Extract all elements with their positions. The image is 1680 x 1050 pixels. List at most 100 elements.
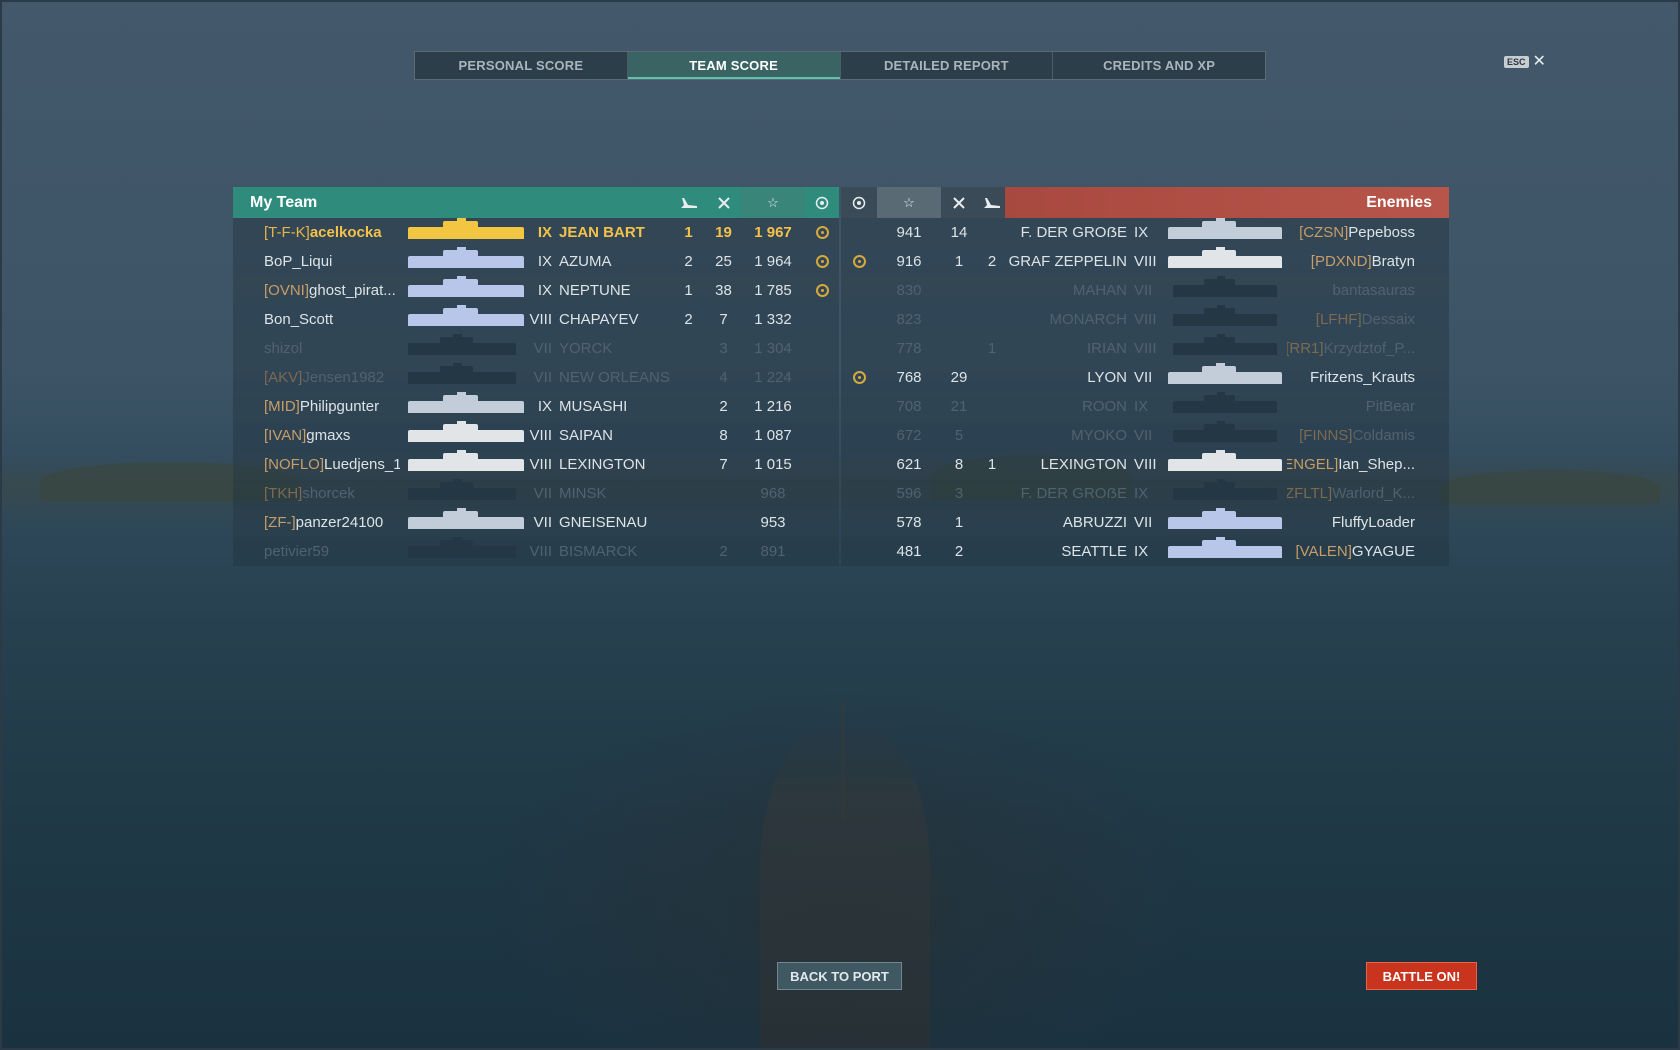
ship-name: SAIPAN <box>559 427 613 444</box>
clan-tag: [AKV] <box>264 369 303 386</box>
ship-silhouette-cell <box>1163 421 1287 450</box>
ship-silhouette-icon <box>1173 392 1277 413</box>
team-player-row[interactable]: [MID] Philipgunter IX MUSASHI 2 1 216 <box>233 392 839 421</box>
planes-destroyed-icon <box>671 187 706 218</box>
planes-destroyed: 2 <box>684 253 693 270</box>
achievement-cell <box>805 421 839 450</box>
ships-destroyed: 25 <box>715 253 732 270</box>
base-xp-score: 1 087 <box>754 427 792 444</box>
tab-credits-and-xp[interactable]: CREDITS AND XP <box>1053 52 1265 79</box>
ship-silhouette-cell <box>1163 479 1287 508</box>
team-player-row[interactable]: [AKV] Jensen1982 VII NEW ORLEANS 4 1 224 <box>233 363 839 392</box>
ship-tier: IX <box>537 282 552 299</box>
back-to-port-button[interactable]: BACK TO PORT <box>777 962 902 990</box>
player-name: Luedjens_1 <box>324 456 400 473</box>
enemy-player-row[interactable]: 708 21 ROON IX PitBear <box>841 392 1449 421</box>
team-player-row[interactable]: [ZF-] panzer24100 VII GNEISENAU 953 <box>233 508 839 537</box>
enemy-player-row[interactable]: 672 5 MYOKO VII [FINNS] Coldamis <box>841 421 1449 450</box>
tab-personal-score[interactable]: PERSONAL SCORE <box>415 52 628 79</box>
player-name: ghost_pirat... <box>309 282 396 299</box>
ship-silhouette-cell <box>1163 305 1287 334</box>
achievement-cell <box>805 508 839 537</box>
ships-destroyed: 1 <box>954 514 964 531</box>
ships-destroyed-icon <box>941 187 977 218</box>
player-name-cell: [T-F-K] acelkocka <box>233 218 400 247</box>
base-xp-score: 1 967 <box>754 224 792 241</box>
enemy-player-row[interactable]: 596 3 F. DER GROẞE IX [ZFLTL]Warlord_K... <box>841 479 1449 508</box>
ship-silhouette-cell <box>400 450 524 479</box>
player-name-cell: [ZFLTL]Warlord_K... <box>1287 479 1432 508</box>
close-icon[interactable]: ✕ <box>1533 54 1546 70</box>
team-player-row[interactable]: shizol VII YORCK 3 1 304 <box>233 334 839 363</box>
ship-silhouette-icon <box>408 421 524 442</box>
player-name-cell: PitBear <box>1287 392 1432 421</box>
player-name-cell: [IVAN] gmaxs <box>233 421 400 450</box>
ships-destroyed: 38 <box>715 282 732 299</box>
ship-silhouette-cell <box>1163 334 1287 363</box>
player-name-cell: [MID] Philipgunter <box>233 392 400 421</box>
ship-tier: VII <box>533 340 552 357</box>
ship-name: ROON <box>1082 398 1127 415</box>
player-name-cell: [OVNI] ghost_pirat... <box>233 276 400 305</box>
team-player-row[interactable]: [IVAN] gmaxs VIII SAIPAN 8 1 087 <box>233 421 839 450</box>
planes-destroyed <box>671 479 706 508</box>
player-name: Krzydztof_P... <box>1323 340 1415 357</box>
tab-detailed-report[interactable]: DETAILED REPORT <box>841 52 1054 79</box>
ship-silhouette-cell <box>1163 363 1287 392</box>
player-name: gmaxs <box>306 427 351 444</box>
ship-silhouette-cell <box>400 305 524 334</box>
team-player-row[interactable]: Bon_Scott VIII CHAPAYEV 2 7 1 332 <box>233 305 839 334</box>
enemy-player-row[interactable]: 621 8 1 LEXINGTON VIII [ENGEL]Ian_Shep... <box>841 450 1449 479</box>
close-button[interactable]: ESC ✕ <box>1504 54 1546 70</box>
ships-destroyed: 21 <box>950 398 968 415</box>
ships-destroyed: 7 <box>719 311 728 328</box>
ships-destroyed: 5 <box>954 427 964 444</box>
island-right <box>1440 470 1660 505</box>
ship-name: MUSASHI <box>559 398 628 415</box>
my-team-title: My Team <box>250 193 318 211</box>
enemy-player-row[interactable]: 768 29 LYON VII Fritzens_Krauts <box>841 363 1449 392</box>
base-xp-score: 1 785 <box>754 282 792 299</box>
team-player-row[interactable]: petivier59 VIII BISMARCK 2 891 <box>233 537 839 566</box>
planes-destroyed <box>977 276 1007 305</box>
achievement-cell <box>805 392 839 421</box>
clan-tag: [MID] <box>264 398 300 415</box>
enemy-player-row[interactable]: 481 2 SEATTLE IX [VALEN] GYAGUE <box>841 537 1449 566</box>
ship-name: LEXINGTON <box>1040 456 1127 473</box>
ship-silhouette-cell <box>400 334 524 363</box>
player-name-cell: [CZSN] Pepeboss <box>1287 218 1432 247</box>
player-name: shizol <box>264 340 303 357</box>
enemy-player-row[interactable]: 916 1 2 GRAF ZEPPELIN VIII [PDXND] Bratyn <box>841 247 1449 276</box>
enemy-player-row[interactable]: 578 1 ABRUZZI VII FluffyLoader <box>841 508 1449 537</box>
team-player-row[interactable]: BoP_Liqui IX AZUMA 2 25 1 964 <box>233 247 839 276</box>
achievement-cell <box>841 305 877 334</box>
ship-tier: IX <box>1134 543 1149 560</box>
tab-team-score[interactable]: TEAM SCORE <box>627 52 841 79</box>
team-player-row[interactable]: [T-F-K] acelkocka IX JEAN BART 1 19 1 967 <box>233 218 839 247</box>
enemy-player-row[interactable]: 830 MAHAN VII bantasauras <box>841 276 1449 305</box>
player-name-cell: BoP_Liqui <box>233 247 400 276</box>
enemy-player-row[interactable]: 778 1 IRIAN VIII [RR1] Krzydztof_P... <box>841 334 1449 363</box>
player-name: Bratyn <box>1371 253 1415 270</box>
base-xp-score: 621 <box>896 456 922 473</box>
ship-silhouette-icon <box>1173 334 1277 355</box>
base-xp-star-icon: ☆ <box>741 187 805 218</box>
team-player-row[interactable]: [NOFLO] Luedjens_1 VIII LEXINGTON 7 1 015 <box>233 450 839 479</box>
enemy-player-row[interactable]: 941 14 F. DER GROẞE IX [CZSN] Pepeboss <box>841 218 1449 247</box>
enemy-player-row[interactable]: 823 MONARCH VIII [LFHF] Dessaix <box>841 305 1449 334</box>
battle-on-button[interactable]: BATTLE ON! <box>1366 962 1477 990</box>
ship-silhouette-cell <box>400 537 524 566</box>
ship-silhouette-cell <box>1163 537 1287 566</box>
team-player-row[interactable]: [TKH] shorcek VII MINSK 968 <box>233 479 839 508</box>
ship-tier: IX <box>1134 398 1149 415</box>
player-name: Pepeboss <box>1348 224 1415 241</box>
player-name-cell: [PDXND] Bratyn <box>1287 247 1432 276</box>
clan-tag: [PDXND] <box>1310 253 1372 270</box>
ship-tier: IX <box>537 224 552 241</box>
ship-silhouette-icon <box>1168 450 1282 471</box>
esc-key-label: ESC <box>1504 56 1529 68</box>
ship-silhouette-icon <box>408 218 524 239</box>
team-player-row[interactable]: [OVNI] ghost_pirat... IX NEPTUNE 1 38 1 785 <box>233 276 839 305</box>
enemies-title: Enemies <box>1366 193 1432 211</box>
achievement-cell <box>805 334 839 363</box>
